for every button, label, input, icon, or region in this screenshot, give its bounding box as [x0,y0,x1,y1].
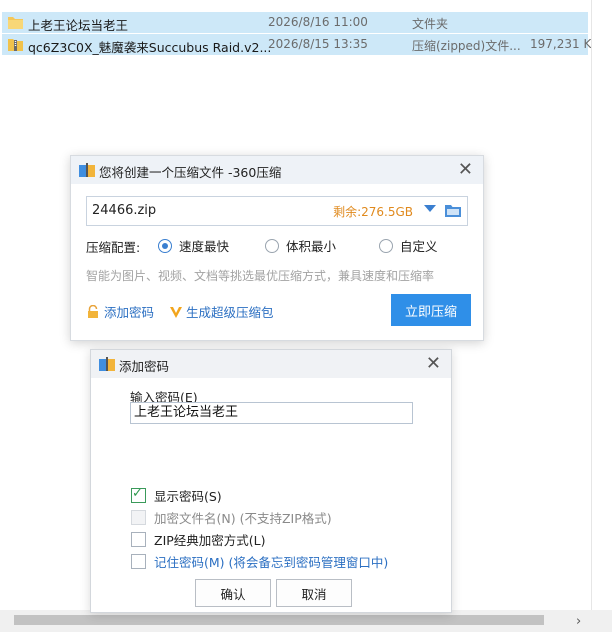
remember-password-checkbox[interactable]: 记住密码(M) (将会备忘到密码管理窗口中) [131,552,388,571]
radio-label: 体积最小 [286,239,337,254]
v-badge-icon [170,306,182,318]
folder-icon [8,17,23,29]
360zip-icon [99,357,115,371]
super-pack-label: 生成超级压缩包 [186,305,274,320]
browse-folder-icon[interactable] [445,204,461,217]
file-date: 2026/8/16 11:00 [268,15,368,29]
checkbox-label: ZIP经典加密方式(L) [154,533,266,548]
checkbox[interactable] [131,486,146,503]
close-icon[interactable]: ✕ [458,159,473,180]
checkbox[interactable] [131,532,146,547]
checkbox [131,510,146,525]
checkbox-label: 加密文件名(N) (不支持ZIP格式) [154,511,332,526]
scrollbar-thumb[interactable] [14,615,544,625]
file-name: 上老王论坛当老王 [28,18,129,33]
zip-icon [8,39,23,51]
confirm-button[interactable]: 确认 [195,579,271,607]
file-type: 压缩(zipped)文件... [412,39,521,53]
add-password-label: 添加密码 [104,305,155,320]
checkbox[interactable] [131,554,146,569]
file-date: 2026/8/15 13:35 [268,37,368,51]
horizontal-scrollbar[interactable]: › [0,610,612,632]
radio-smallest[interactable]: 体积最小 [265,236,336,255]
output-filename[interactable]: 24466.zip [92,203,156,218]
file-size: 197,231 K [530,37,592,51]
password-dialog: 添加密码 ✕ 输入密码(E) 上老王论坛当老王 显示密码(S) 加密文件名(N)… [90,349,452,613]
compress-hint: 智能为图片、视频、文档等挑选最优压缩方式，兼具速度和压缩率 [86,269,435,283]
free-space-label: 剩余:276.5GB [333,205,413,219]
vertical-divider [591,0,592,610]
radio-button[interactable] [265,238,279,253]
dialog-title: 您将创建一个压缩文件 -360压缩 [99,165,282,180]
encrypt-filename-checkbox: 加密文件名(N) (不支持ZIP格式) [131,508,332,527]
show-password-checkbox[interactable]: 显示密码(S) [131,486,222,505]
output-path-field[interactable]: 24466.zip 剩余:276.5GB [86,196,468,226]
radio-label: 自定义 [400,239,438,254]
close-icon[interactable]: ✕ [426,353,441,374]
checkbox-label: 显示密码(S) [154,489,222,504]
super-pack-link[interactable]: 生成超级压缩包 [169,302,274,321]
file-type: 文件夹 [412,17,449,31]
file-row-zip[interactable]: qc6Z3C0X_魅魔袭来Succubus Raid.v2... 2026/8/… [2,34,592,55]
file-name: qc6Z3C0X_魅魔袭来Succubus Raid.v2... [28,40,272,55]
radio-label: 速度最快 [179,239,230,254]
radio-custom[interactable]: 自定义 [379,236,438,255]
dialog-title: 添加密码 [119,359,170,374]
zip-classic-encryption-checkbox[interactable]: ZIP经典加密方式(L) [131,530,266,549]
checkbox-label: 记住密码(M) (将会备忘到密码管理窗口中) [154,555,389,570]
dropdown-arrow-icon[interactable] [424,205,436,212]
cancel-button[interactable]: 取消 [276,579,352,607]
dialog-titlebar[interactable]: 添加密码 ✕ [91,350,451,378]
radio-fastest[interactable]: 速度最快 [158,236,229,255]
radio-button[interactable] [158,238,172,253]
scroll-right-icon[interactable]: › [576,614,581,629]
compress-dialog: 您将创建一个压缩文件 -360压缩 ✕ 24466.zip 剩余:276.5GB… [70,155,484,341]
compress-now-button[interactable]: 立即压缩 [391,294,471,326]
360zip-icon [79,163,95,177]
lock-icon [88,304,98,318]
config-label: 压缩配置: [86,240,141,255]
add-password-link[interactable]: 添加密码 [86,302,154,321]
radio-button[interactable] [379,238,393,253]
dialog-titlebar[interactable]: 您将创建一个压缩文件 -360压缩 ✕ [71,156,483,184]
password-input[interactable]: 上老王论坛当老王 [130,402,413,424]
file-row-folder[interactable]: 上老王论坛当老王 2026/8/16 11:00 文件夹 [2,12,588,33]
